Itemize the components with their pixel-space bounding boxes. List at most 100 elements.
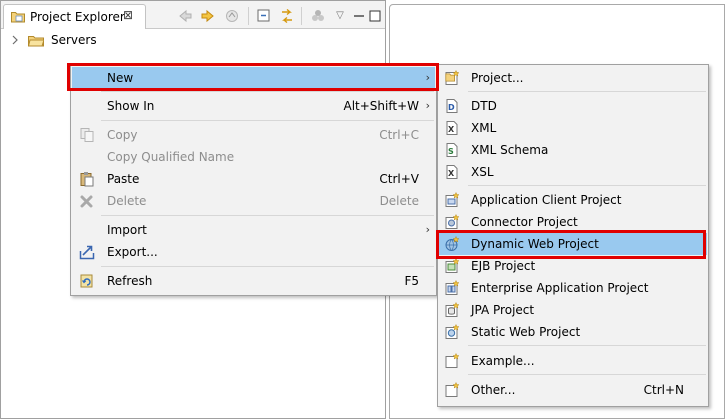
submenu-item-label: JPA Project: [471, 303, 535, 317]
submenu-item-ejb-project[interactable]: EJB Project: [439, 255, 707, 277]
toolbar-separator: [301, 7, 302, 25]
folder-icon: [27, 35, 45, 47]
menu-item-label: New: [107, 71, 134, 85]
enterprise-application-project-icon: [444, 279, 460, 296]
dtd-file-icon: D: [444, 98, 460, 114]
menu-item-new[interactable]: New ›: [72, 67, 435, 89]
submenu-item-example[interactable]: Example...: [439, 350, 707, 372]
menu-separator: [101, 120, 434, 121]
submenu-item-static-web-project[interactable]: Static Web Project: [439, 321, 707, 343]
submenu-item-label: XSL: [471, 165, 494, 179]
application-client-project-icon: [444, 191, 460, 208]
delete-icon: [79, 193, 95, 209]
xml-file-icon: X: [444, 120, 460, 136]
menu-item-shortcut: Ctrl+C: [379, 128, 419, 142]
menu-item-label: Export...: [107, 245, 158, 259]
menu-separator: [468, 374, 706, 375]
submenu-item-label: XML Schema: [471, 143, 549, 157]
focus-task-icon[interactable]: [310, 9, 326, 23]
submenu-item-label: Connector Project: [471, 215, 578, 229]
xml-schema-icon: S: [444, 142, 460, 158]
tab-project-explorer[interactable]: Project Explorer ⊠: [3, 4, 146, 29]
menu-item-label: Copy: [107, 128, 138, 142]
submenu-item-dynamic-web-project[interactable]: Dynamic Web Project: [439, 233, 707, 255]
submenu-item-label: Application Client Project: [471, 193, 622, 207]
context-menu: New › Show In Alt+Shift+W › Copy Ctrl+C …: [70, 64, 437, 296]
menu-item-shortcut: F5: [404, 274, 419, 288]
chevron-right-icon[interactable]: [11, 35, 19, 48]
submenu-item-label: Project...: [471, 71, 524, 85]
up-icon[interactable]: [224, 9, 240, 23]
svg-text:D: D: [448, 103, 455, 112]
menu-item-shortcut: Alt+Shift+W: [343, 99, 420, 113]
chevron-right-icon: ›: [425, 71, 430, 84]
menu-item-shortcut: Delete: [379, 194, 419, 208]
new-submenu: Project... D DTD X XML S XML Schema X XS…: [437, 64, 709, 407]
menu-item-label: Show In: [107, 99, 155, 113]
menu-item-label: Delete: [107, 194, 147, 208]
submenu-item-label: Enterprise Application Project: [471, 281, 649, 295]
submenu-item-other[interactable]: Other... Ctrl+N: [439, 379, 707, 401]
submenu-item-label: XML: [471, 121, 497, 135]
menu-item-paste[interactable]: Paste Ctrl+V: [72, 168, 435, 190]
refresh-icon: [79, 273, 95, 289]
submenu-item-xml[interactable]: X XML: [439, 117, 707, 139]
submenu-item-project[interactable]: Project...: [439, 67, 707, 89]
tree-item-label: Servers: [51, 33, 97, 47]
new-project-icon: [444, 69, 460, 86]
export-icon: [79, 244, 95, 260]
submenu-item-label: Example...: [471, 354, 535, 368]
other-wizard-icon: [444, 381, 460, 398]
close-icon[interactable]: ⊠: [123, 8, 133, 22]
menu-item-label: Refresh: [107, 274, 153, 288]
submenu-item-jpa-project[interactable]: JPA Project: [439, 299, 707, 321]
minimize-icon[interactable]: [351, 9, 367, 23]
submenu-item-connector-project[interactable]: Connector Project: [439, 211, 707, 233]
menu-item-export[interactable]: Export...: [72, 241, 435, 263]
copy-icon: [79, 127, 95, 143]
back-icon[interactable]: [177, 9, 193, 23]
toolbar-separator: [248, 7, 249, 25]
submenu-item-label: Dynamic Web Project: [471, 237, 599, 251]
static-web-project-icon: [444, 323, 460, 340]
menu-separator: [101, 91, 434, 92]
submenu-item-label: DTD: [471, 99, 497, 113]
menu-item-label: Copy Qualified Name: [107, 150, 235, 164]
svg-text:X: X: [448, 125, 455, 134]
submenu-item-dtd[interactable]: D DTD: [439, 95, 707, 117]
menu-item-refresh[interactable]: Refresh F5: [72, 270, 435, 292]
menu-separator: [101, 215, 434, 216]
tab-label: Project Explorer: [30, 10, 125, 24]
forward-icon[interactable]: [200, 9, 216, 23]
menu-item-show-in[interactable]: Show In Alt+Shift+W ›: [72, 95, 435, 117]
example-icon: [444, 352, 460, 369]
view-tab-bar: Project Explorer ⊠ ▽: [1, 1, 385, 29]
submenu-item-label: Static Web Project: [471, 325, 581, 339]
paste-icon: [79, 171, 95, 187]
dynamic-web-project-icon: [444, 235, 460, 252]
menu-separator: [101, 266, 434, 267]
submenu-item-xml-schema[interactable]: S XML Schema: [439, 139, 707, 161]
menu-item-copy[interactable]: Copy Ctrl+C: [72, 124, 435, 146]
ejb-project-icon: [444, 257, 460, 274]
submenu-item-xsl[interactable]: X XSL: [439, 161, 707, 183]
menu-item-copy-qualified-name[interactable]: Copy Qualified Name: [72, 146, 435, 168]
menu-item-label: Paste: [107, 172, 140, 186]
collapse-all-icon[interactable]: [256, 9, 272, 23]
view-menu-icon[interactable]: ▽: [332, 9, 348, 23]
link-with-editor-icon[interactable]: [279, 8, 295, 24]
submenu-item-enterprise-application-project[interactable]: Enterprise Application Project: [439, 277, 707, 299]
xsl-file-icon: X: [444, 164, 460, 180]
chevron-right-icon: ›: [425, 223, 430, 236]
connector-project-icon: [444, 213, 460, 230]
menu-item-import[interactable]: Import ›: [72, 219, 435, 241]
project-explorer-icon: [11, 11, 25, 23]
menu-separator: [468, 185, 706, 186]
menu-item-shortcut: Ctrl+V: [379, 172, 419, 186]
svg-text:X: X: [448, 169, 455, 178]
menu-item-delete[interactable]: Delete Delete: [72, 190, 435, 212]
maximize-icon[interactable]: [367, 9, 383, 23]
submenu-item-application-client-project[interactable]: Application Client Project: [439, 189, 707, 211]
menu-item-label: Import: [107, 223, 147, 237]
svg-text:S: S: [448, 147, 454, 156]
